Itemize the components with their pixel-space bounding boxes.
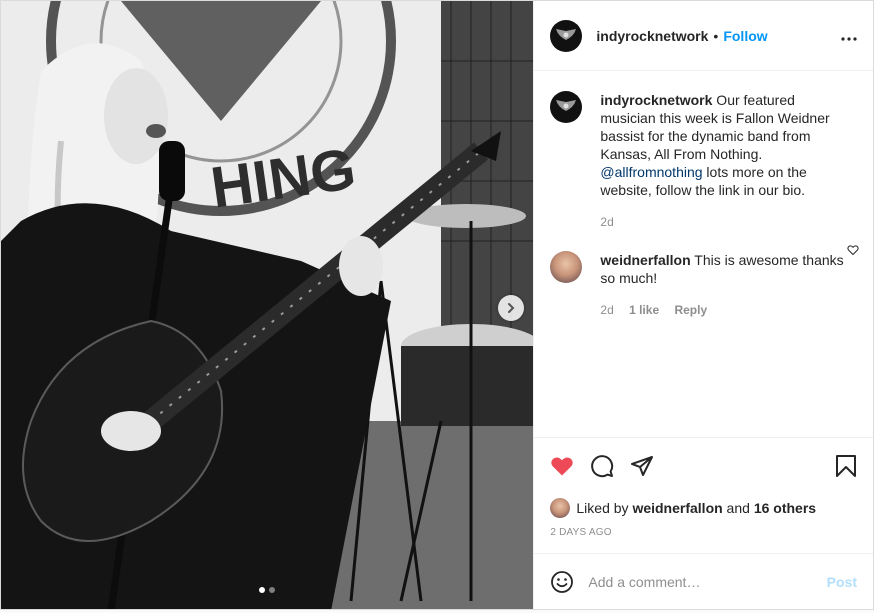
post-comment-button[interactable]: Post: [827, 574, 857, 590]
liker-username[interactable]: weidnerfallon: [632, 500, 722, 516]
header-username[interactable]: indyrocknetwork: [596, 28, 708, 44]
caption-body: indyrocknetwork Our featured musician th…: [600, 91, 852, 231]
wings-logo-icon: [556, 28, 577, 40]
heart-icon: [551, 456, 574, 475]
reply-button[interactable]: Reply: [674, 303, 707, 317]
more-icon: [841, 37, 857, 41]
emoji-icon: [551, 570, 574, 593]
like-button[interactable]: [550, 454, 574, 478]
chevron-right-icon: [508, 303, 515, 313]
wings-logo-icon: [556, 100, 577, 111]
caption-avatar[interactable]: [550, 91, 583, 123]
share-button[interactable]: [630, 454, 654, 478]
carousel-dot: [269, 587, 275, 593]
caption-meta: 2d: [600, 213, 852, 231]
share-icon: [631, 455, 654, 476]
caption: indyrocknetwork Our featured musician th…: [550, 91, 857, 231]
post-header: indyrocknetwork • Follow: [534, 1, 873, 71]
comment-icon: [591, 454, 614, 477]
liker-avatar[interactable]: [550, 498, 571, 518]
action-bar: [534, 437, 873, 493]
emoji-button[interactable]: [550, 570, 574, 594]
header-separator: •: [713, 27, 719, 44]
likes-prefix: Liked by: [576, 500, 633, 516]
like-comment-button[interactable]: [847, 243, 859, 259]
add-comment-bar: Post: [534, 553, 873, 609]
post-photo[interactable]: HING: [1, 1, 534, 609]
profile-avatar[interactable]: [550, 19, 583, 52]
add-comment-input[interactable]: [588, 573, 827, 590]
comment-body: weidnerfallon This is awesome thanks so …: [600, 251, 852, 319]
comment-likes[interactable]: 1 like: [629, 303, 659, 317]
follow-button[interactable]: Follow: [723, 28, 767, 44]
caption-mention[interactable]: @allfromnothing: [600, 164, 702, 180]
comments-section: indyrocknetwork Our featured musician th…: [534, 71, 873, 437]
more-options-button[interactable]: [841, 25, 857, 46]
comment-meta: 2d 1 like Reply: [600, 301, 852, 319]
save-button[interactable]: [835, 454, 857, 478]
carousel-dot-active: [259, 587, 265, 593]
likes-summary: Liked by weidnerfallon and 16 others: [534, 493, 873, 523]
comment-username[interactable]: weidnerfallon: [600, 252, 690, 268]
caption-username[interactable]: indyrocknetwork: [600, 92, 712, 108]
carousel-dots: [259, 587, 275, 593]
post-sidebar: indyrocknetwork • Follow indyrocknetwork…: [533, 1, 873, 609]
bookmark-icon: [836, 454, 856, 477]
likes-and: and: [722, 500, 754, 516]
next-photo-button[interactable]: [498, 295, 524, 321]
caption-time[interactable]: 2d: [600, 215, 613, 229]
comment-button[interactable]: [590, 454, 614, 478]
heart-outline-icon: [847, 245, 859, 256]
comment-row: weidnerfallon This is awesome thanks so …: [550, 251, 857, 319]
comment-avatar[interactable]: [550, 251, 583, 283]
likes-text: Liked by weidnerfallon and 16 others: [576, 500, 816, 516]
post-timestamp[interactable]: 2 DAYS AGO: [534, 523, 873, 553]
photo-scene: HING: [1, 1, 534, 609]
likes-others[interactable]: 16 others: [754, 500, 816, 516]
comment-time[interactable]: 2d: [600, 303, 613, 317]
instagram-post: HING indyrocknetwork • Follow indyrockne…: [0, 0, 874, 610]
